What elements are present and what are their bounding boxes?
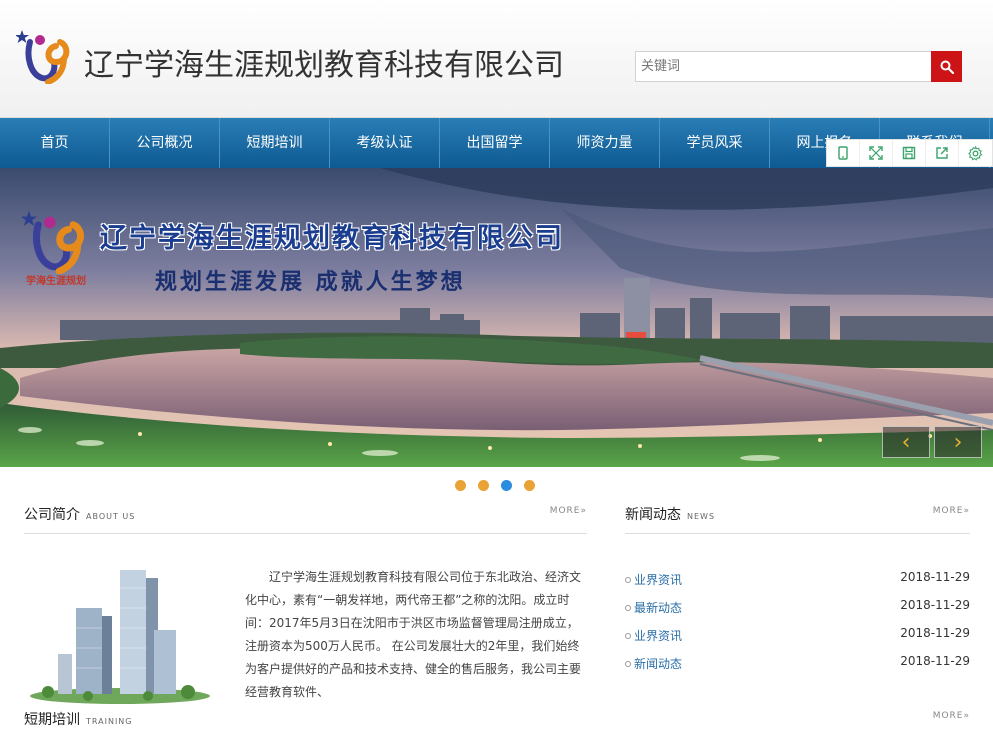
nav-training[interactable]: 短期培训 (220, 118, 330, 168)
settings-gear-icon[interactable] (959, 140, 992, 166)
company-logo-icon[interactable] (16, 28, 78, 84)
about-description: 辽宁学海生涯规划教育科技有限公司位于东北政治、经济文化中心，素有“一朝发祥地，两… (245, 570, 582, 699)
news-item-title[interactable]: 业界资讯 (625, 566, 682, 594)
news-title-en: NEWS (687, 512, 716, 521)
about-title: 公司简介 ABOUT US (24, 504, 135, 524)
news-item-label: 业界资讯 (634, 629, 683, 643)
nav-home[interactable]: 首页 (0, 118, 110, 168)
bullet-icon (625, 633, 631, 639)
news-item-title[interactable]: 最新动态 (625, 594, 682, 622)
training-title-text: 短期培训 (24, 712, 80, 728)
brand-name[interactable]: 辽宁学海生涯规划教育科技有限公司 (84, 40, 564, 84)
banner-logo-text: 学海生涯规划 (26, 276, 86, 287)
training-title-en: TRAINING (86, 717, 133, 726)
slide-dot[interactable] (478, 480, 489, 491)
news-item-title[interactable]: 新闻动态 (625, 650, 682, 678)
city-river-photo (0, 168, 993, 467)
fullscreen-icon[interactable] (860, 140, 893, 166)
nav-certification[interactable]: 考级认证 (330, 118, 440, 168)
news-item-label: 业界资讯 (634, 573, 683, 587)
search-icon (940, 60, 954, 74)
slide-dot-active[interactable] (501, 480, 512, 491)
list-item[interactable]: 业界资讯 2018-11-29 (625, 566, 970, 594)
news-item-date: 2018-11-29 (900, 654, 970, 668)
news-item-date: 2018-11-29 (900, 598, 970, 612)
banner-title: 辽宁学海生涯规划教育科技有限公司 (100, 223, 564, 254)
banner-slogan: 规划生涯发展 成就人生梦想 (155, 269, 466, 295)
news-list: 业界资讯 2018-11-29 最新动态 2018-11-29 业界资讯 201… (625, 566, 970, 678)
slide-dot[interactable] (455, 480, 466, 491)
floating-toolbar (826, 139, 993, 167)
list-item[interactable]: 新闻动态 2018-11-29 (625, 650, 970, 678)
about-section-header: 公司简介 ABOUT US MORE» (24, 504, 587, 534)
about-more-link[interactable]: MORE» (550, 506, 587, 516)
list-item[interactable]: 业界资讯 2018-11-29 (625, 622, 970, 650)
news-title: 新闻动态 NEWS (625, 504, 715, 524)
banner-next-button[interactable]: › (934, 426, 982, 458)
bullet-icon (625, 605, 631, 611)
nav-teachers[interactable]: 师资力量 (550, 118, 660, 168)
news-title-text: 新闻动态 (625, 507, 681, 523)
bullet-icon (625, 577, 631, 583)
hero-banner[interactable]: 学海生涯规划 辽宁学海生涯规划教育科技有限公司 规划生涯发展 成就人生梦想 (0, 168, 993, 467)
news-item-label: 最新动态 (634, 601, 683, 615)
search-button[interactable] (931, 51, 962, 82)
search-input[interactable] (635, 51, 931, 82)
banner-prev-button[interactable]: ‹ (882, 426, 930, 458)
list-item[interactable]: 最新动态 2018-11-29 (625, 594, 970, 622)
site-header: 辽宁学海生涯规划教育科技有限公司 (0, 0, 993, 118)
nav-students[interactable]: 学员风采 (660, 118, 770, 168)
training-section-header: 短期培训 TRAINING MORE» (24, 709, 970, 736)
bullet-icon (625, 661, 631, 667)
search-box (635, 51, 962, 82)
news-item-date: 2018-11-29 (900, 626, 970, 640)
slider-pagination (455, 480, 547, 491)
about-title-text: 公司简介 (24, 507, 80, 523)
about-title-en: ABOUT US (86, 512, 136, 521)
news-more-link[interactable]: MORE» (933, 506, 970, 516)
mobile-icon[interactable] (827, 140, 860, 166)
news-item-title[interactable]: 业界资讯 (625, 622, 682, 650)
save-icon[interactable] (893, 140, 926, 166)
news-section-header: 新闻动态 NEWS MORE» (625, 504, 970, 534)
training-title: 短期培训 TRAINING (24, 709, 132, 729)
nav-study-abroad[interactable]: 出国留学 (440, 118, 550, 168)
news-item-label: 新闻动态 (634, 657, 683, 671)
banner-logo-icon (22, 210, 84, 274)
nav-about[interactable]: 公司概况 (110, 118, 220, 168)
slide-dot[interactable] (524, 480, 535, 491)
training-more-link[interactable]: MORE» (933, 711, 970, 721)
office-buildings-image (30, 570, 210, 704)
share-icon[interactable] (926, 140, 959, 166)
news-item-date: 2018-11-29 (900, 570, 970, 584)
